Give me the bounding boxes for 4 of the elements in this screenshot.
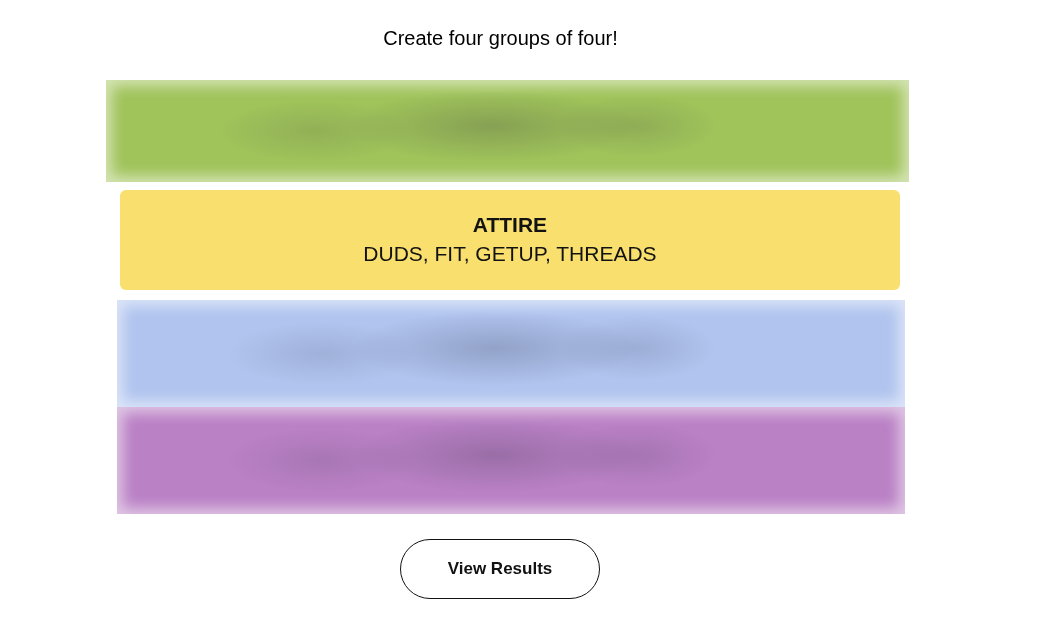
category-title: ATTIRE [472, 212, 548, 238]
category-words: DUDS, FIT, GETUP, THREADS [363, 241, 657, 267]
instructions-text: Create four groups of four! [383, 26, 618, 50]
view-results-button[interactable]: View Results [400, 539, 600, 599]
